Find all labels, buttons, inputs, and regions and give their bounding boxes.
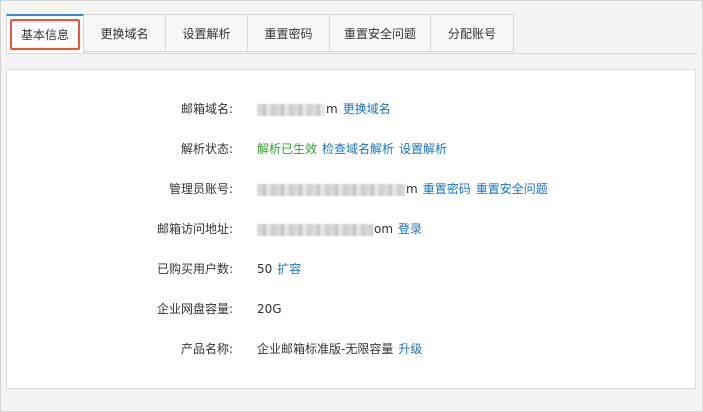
redacted-admin	[257, 183, 405, 196]
tab-highlight: 基本信息	[10, 19, 80, 50]
tab-assign-accounts[interactable]: 分配账号	[431, 14, 514, 52]
info-panel: 邮箱域名: m 更换域名 解析状态: 解析已生效 检查域名解析 设置解析 管理员账号:…	[6, 69, 696, 389]
check-dns-link[interactable]: 检查域名解析	[322, 142, 394, 156]
admin-suffix: m	[406, 182, 418, 196]
storage-label: 企业网盘容量:	[156, 302, 233, 316]
product-value: 企业邮箱标准版-无限容量	[257, 342, 394, 356]
upgrade-link[interactable]: 升级	[398, 342, 422, 356]
row-storage: 企业网盘容量: 20G	[7, 299, 695, 319]
tab-change-domain[interactable]: 更换域名	[84, 14, 166, 52]
tab-divider	[6, 53, 697, 54]
reset-security-link[interactable]: 重置安全问题	[476, 182, 548, 196]
tab-bar: 基本信息 更换域名 设置解析 重置密码 重置安全问题 分配账号	[6, 14, 514, 54]
reset-password-link[interactable]: 重置密码	[423, 182, 471, 196]
tab-reset-password[interactable]: 重置密码	[248, 14, 330, 52]
tab-reset-security[interactable]: 重置安全问题	[330, 14, 431, 52]
row-product: 产品名称: 企业邮箱标准版-无限容量 升级	[7, 339, 695, 359]
storage-value: 20G	[257, 302, 282, 316]
window-frame: 基本信息 更换域名 设置解析 重置密码 重置安全问题 分配账号 邮箱域名: m更…	[0, 0, 703, 412]
tab-dns-settings[interactable]: 设置解析	[166, 14, 248, 52]
access-suffix: om	[374, 222, 394, 236]
expand-link[interactable]: 扩容	[277, 262, 301, 276]
login-link[interactable]: 登录	[398, 222, 422, 236]
change-domain-link[interactable]: 更换域名	[343, 102, 391, 116]
users-label: 已购买用户数:	[156, 262, 233, 276]
domain-suffix: m	[326, 102, 338, 116]
set-dns-link[interactable]: 设置解析	[399, 142, 447, 156]
admin-label: 管理员账号:	[168, 182, 233, 196]
row-domain: 邮箱域名: m 更换域名	[7, 99, 695, 119]
redacted-domain	[257, 103, 325, 116]
product-label: 产品名称:	[180, 342, 233, 356]
row-admin: 管理员账号: m 重置密码 重置安全问题	[7, 179, 695, 199]
redacted-url	[257, 223, 373, 236]
dns-status-text: 解析已生效	[257, 142, 318, 156]
tab-basic-info[interactable]: 基本信息	[6, 14, 84, 54]
access-label: 邮箱访问地址:	[156, 222, 233, 236]
row-access-url: 邮箱访问地址: om 登录	[7, 219, 695, 239]
dns-label: 解析状态:	[180, 142, 233, 156]
users-value: 50	[257, 262, 273, 276]
row-dns-status: 解析状态: 解析已生效 检查域名解析 设置解析	[7, 139, 695, 159]
domain-label: 邮箱域名:	[180, 102, 233, 116]
row-users: 已购买用户数: 50 扩容	[7, 259, 695, 279]
